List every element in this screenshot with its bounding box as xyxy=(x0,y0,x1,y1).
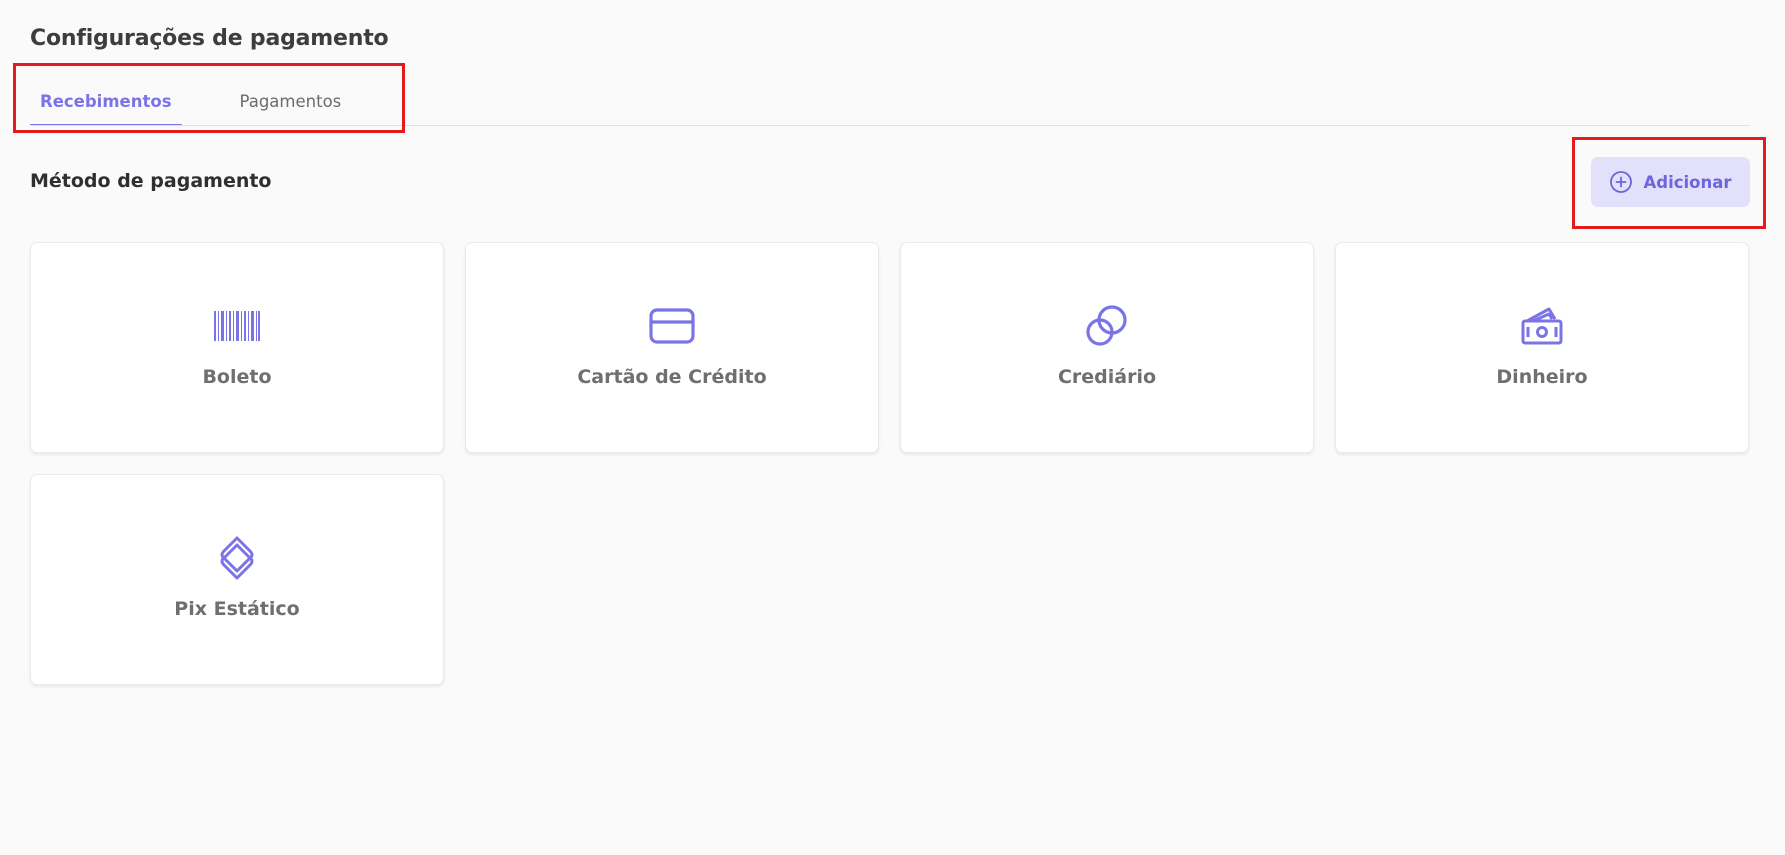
tab-bar: Recebimentos Pagamentos xyxy=(30,78,351,126)
plus-circle-icon xyxy=(1609,170,1633,194)
coins-icon xyxy=(1084,303,1130,349)
payment-method-card-cartao-de-credito[interactable]: Cartão de Crédito xyxy=(465,242,879,453)
payment-method-card-boleto[interactable]: Boleto xyxy=(30,242,444,453)
add-payment-method-button[interactable]: Adicionar xyxy=(1591,157,1750,207)
payment-method-card-pix-estatico[interactable]: Pix Estático xyxy=(30,474,444,685)
payment-method-label: Boleto xyxy=(202,366,272,388)
tabs-divider xyxy=(30,125,1750,126)
pix-icon xyxy=(214,535,260,581)
tab-pagamentos[interactable]: Pagamentos xyxy=(230,78,352,126)
payment-method-card-dinheiro[interactable]: Dinheiro xyxy=(1335,242,1749,453)
payment-method-label: Dinheiro xyxy=(1496,366,1588,388)
payment-method-label: Cartão de Crédito xyxy=(577,366,767,388)
payment-method-label: Pix Estático xyxy=(174,598,300,620)
payment-method-label: Crediário xyxy=(1057,366,1157,388)
page-title: Configurações de pagamento xyxy=(30,26,389,51)
payment-settings-page: Configurações de pagamento Recebimentos … xyxy=(0,0,1785,855)
cash-icon xyxy=(1519,303,1565,349)
section-title: Método de pagamento xyxy=(30,170,272,192)
credit-card-icon xyxy=(649,303,695,349)
add-button-label: Adicionar xyxy=(1643,172,1732,192)
barcode-icon xyxy=(214,303,260,349)
payment-method-card-crediario[interactable]: Crediário xyxy=(900,242,1314,453)
tab-recebimentos[interactable]: Recebimentos xyxy=(30,78,182,126)
